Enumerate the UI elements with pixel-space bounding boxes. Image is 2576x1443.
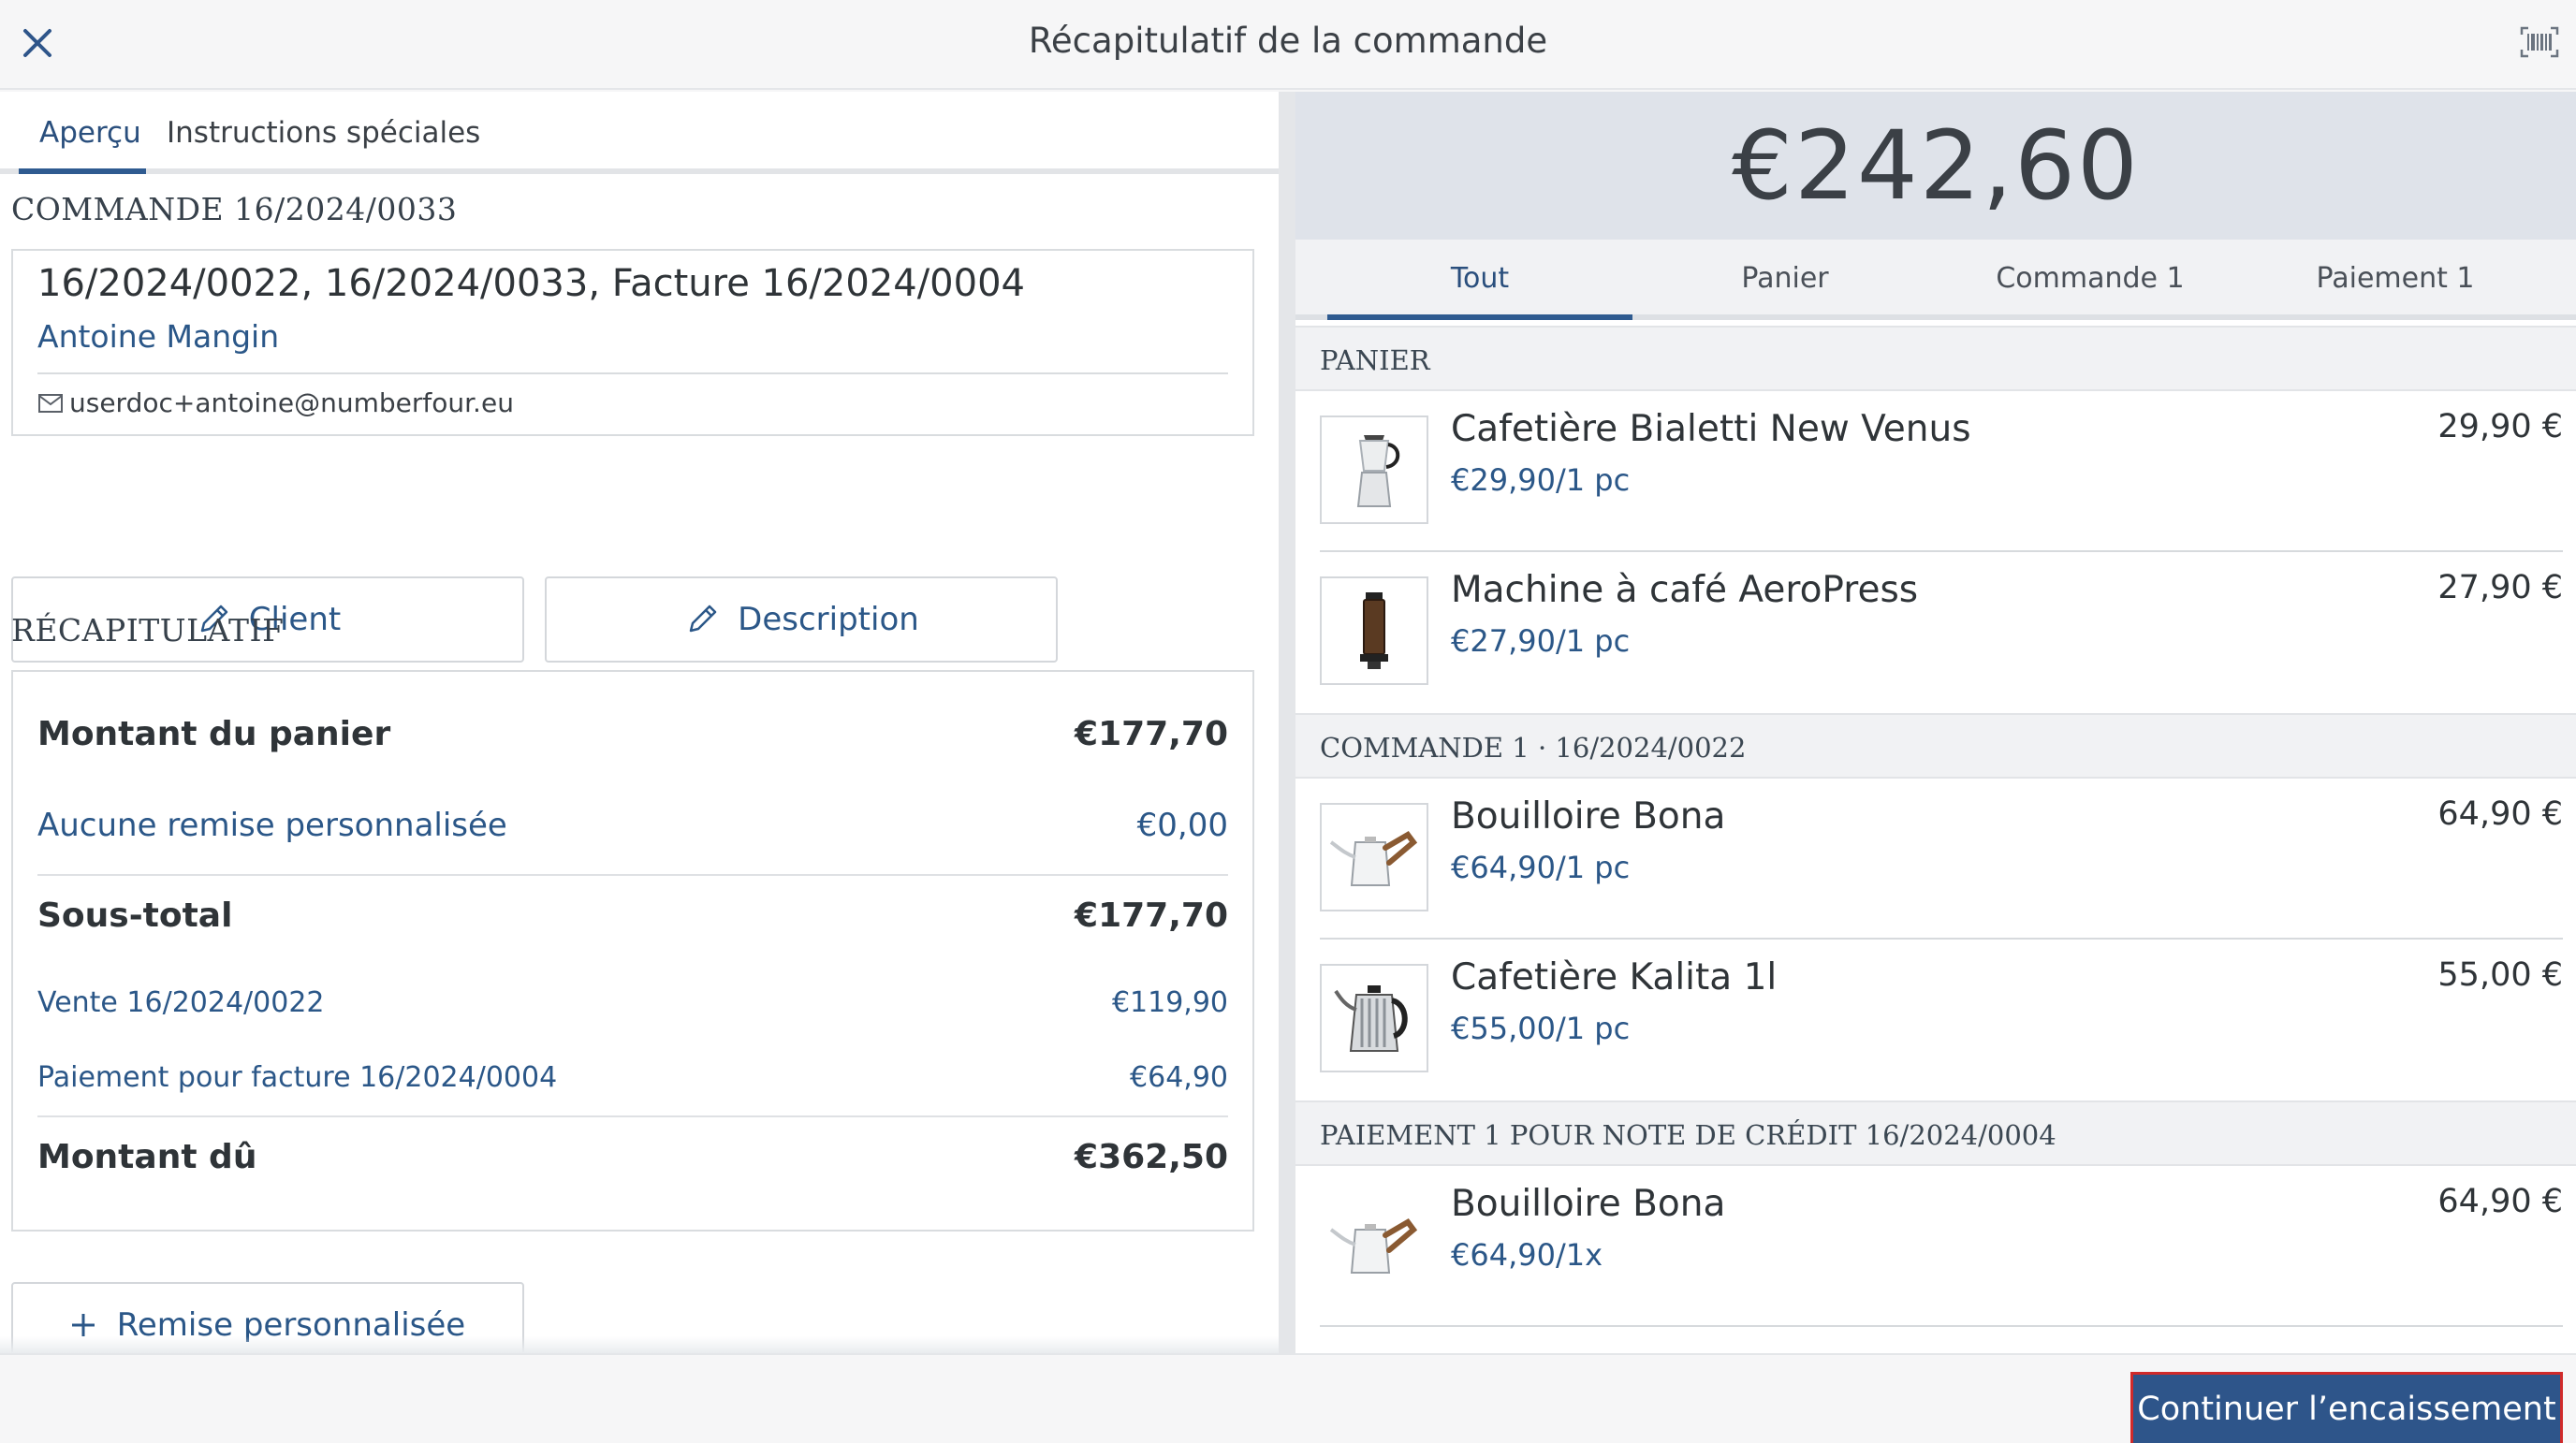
product-thumbnail	[1320, 803, 1428, 911]
cart-items-panel: €242,60 Tout Panier Commande 1 Paiement …	[1295, 92, 2576, 1353]
section-header-paiement-1: PAIEMENT 1 POUR NOTE DE CRÉDIT 16/2024/0…	[1295, 1100, 2576, 1166]
product-thumbnail	[1320, 576, 1428, 685]
active-tab-indicator	[1327, 314, 1632, 320]
right-tab-bar: Tout Panier Commande 1 Paiement 1	[1295, 240, 2576, 320]
list-item[interactable]: Cafetière Bialetti New Venus €29,90/1 pc…	[1295, 391, 2576, 552]
edit-description-label: Description	[738, 601, 919, 638]
order-overview-panel: Aperçu Instructions spéciales COMMANDE 1…	[0, 92, 1279, 1353]
customer-email: userdoc+antoine@numberfour.eu	[69, 387, 514, 418]
summary-heading: RÉCAPITULATIF	[11, 612, 285, 649]
item-price: 55,00 €	[2437, 956, 2563, 994]
invoice-payment-value: €64,90	[1130, 1061, 1228, 1094]
list-item[interactable]: Bouilloire Bona €64,90/1 pc 64,90 €	[1295, 779, 2576, 940]
cart-amount-value: €177,70	[1075, 715, 1228, 753]
pencil-icon	[689, 605, 717, 633]
left-tab-bar: Aperçu Instructions spéciales	[0, 92, 1279, 174]
item-unit-price: €64,90/1x	[1451, 1237, 1603, 1273]
discount-label[interactable]: Aucune remise personnalisée	[37, 807, 507, 844]
bottom-action-bar: Continuer l’encaissement	[0, 1353, 2576, 1443]
invoice-payment-row[interactable]: Paiement pour facture 16/2024/0004 €64,9…	[37, 1061, 1228, 1094]
sale-row[interactable]: Vente 16/2024/0022 €119,90	[37, 986, 1228, 1019]
item-name: Machine à café AeroPress	[1451, 569, 1919, 611]
section-header-commande-1: COMMANDE 1 · 16/2024/0022	[1295, 713, 2576, 779]
item-price: 64,90 €	[2437, 795, 2563, 833]
section-header-panier: PANIER	[1295, 326, 2576, 391]
product-thumbnail	[1320, 964, 1428, 1072]
customer-card: 16/2024/0022, 16/2024/0033, Facture 16/2…	[11, 249, 1254, 436]
item-price: 64,90 €	[2437, 1183, 2563, 1220]
item-unit-price: €27,90/1 pc	[1451, 623, 1631, 659]
cart-amount-row: Montant du panier €177,70	[37, 715, 1228, 753]
total-amount: €242,60	[1732, 109, 2140, 222]
kettle-steel-icon	[1334, 985, 1408, 1052]
sale-label[interactable]: Vente 16/2024/0022	[37, 986, 325, 1019]
continue-checkout-button[interactable]: Continuer l’encaissement	[2130, 1372, 2563, 1443]
cart-amount-label: Montant du panier	[37, 715, 391, 753]
total-header: €242,60	[1295, 92, 2576, 240]
product-thumbnail	[1320, 1190, 1428, 1299]
section-title: PANIER	[1320, 344, 1430, 376]
tab-apercu[interactable]: Aperçu	[39, 116, 141, 150]
discount-value: €0,00	[1136, 807, 1228, 844]
tab-tout[interactable]: Tout	[1327, 262, 1632, 295]
kettle-icon	[1329, 1218, 1418, 1274]
barcode-scan-button[interactable]	[2516, 19, 2563, 66]
subtotal-row: Sous-total €177,70	[37, 896, 1228, 935]
item-name: Cafetière Kalita 1l	[1451, 956, 1778, 998]
active-tab-indicator	[19, 168, 146, 174]
list-item[interactable]: Bouilloire Bona €64,90/1x 64,90 €	[1295, 1166, 2576, 1327]
item-name: Cafetière Bialetti New Venus	[1451, 408, 1971, 450]
page-title: Récapitulatif de la commande	[1028, 21, 1548, 61]
item-name: Bouilloire Bona	[1451, 1183, 1726, 1225]
tab-panier[interactable]: Panier	[1632, 262, 1938, 295]
top-bar: Récapitulatif de la commande	[0, 0, 2576, 90]
amount-due-value: €362,50	[1075, 1138, 1228, 1176]
section-title: COMMANDE 1 · 16/2024/0022	[1320, 732, 1747, 764]
item-unit-price: €29,90/1 pc	[1451, 462, 1631, 498]
summary-divider	[37, 874, 1228, 876]
scroll-fade	[0, 1336, 1279, 1353]
tab-commande-1[interactable]: Commande 1	[1938, 262, 2243, 295]
item-price: 27,90 €	[2437, 569, 2563, 606]
kettle-icon	[1329, 831, 1418, 886]
amount-due-row: Montant dû €362,50	[37, 1138, 1228, 1176]
item-unit-price: €64,90/1 pc	[1451, 850, 1631, 885]
summary-card: Montant du panier €177,70 Aucune remise …	[11, 670, 1254, 1232]
item-price: 29,90 €	[2437, 408, 2563, 445]
order-number-heading: COMMANDE 16/2024/0033	[11, 191, 458, 227]
plus-icon	[71, 1314, 95, 1336]
list-item[interactable]: Cafetière Kalita 1l €55,00/1 pc 55,00 €	[1295, 940, 2576, 1100]
customer-name[interactable]: Antoine Mangin	[37, 318, 279, 355]
mail-icon	[38, 393, 63, 413]
subtotal-value: €177,70	[1075, 896, 1228, 935]
list-item[interactable]: Machine à café AeroPress €27,90/1 pc 27,…	[1295, 552, 2576, 713]
discount-row[interactable]: Aucune remise personnalisée €0,00	[37, 807, 1228, 844]
card-divider	[37, 372, 1228, 374]
moka-pot-icon	[1356, 435, 1400, 507]
tab-instructions-speciales[interactable]: Instructions spéciales	[167, 116, 480, 150]
customer-email-row: userdoc+antoine@numberfour.eu	[37, 387, 514, 418]
item-divider	[1320, 1325, 2563, 1327]
aeropress-icon	[1360, 592, 1388, 669]
item-unit-price: €55,00/1 pc	[1451, 1011, 1631, 1046]
subtotal-label: Sous-total	[37, 896, 233, 935]
panel-divider	[1279, 92, 1295, 1353]
edit-description-button[interactable]: Description	[545, 576, 1058, 663]
item-name: Bouilloire Bona	[1451, 795, 1726, 838]
barcode-scan-icon	[2520, 26, 2559, 58]
summary-divider	[37, 1115, 1228, 1117]
invoice-payment-label[interactable]: Paiement pour facture 16/2024/0004	[37, 1061, 557, 1094]
product-thumbnail	[1320, 415, 1428, 524]
order-references: 16/2024/0022, 16/2024/0033, Facture 16/2…	[37, 262, 1025, 305]
sale-value: €119,90	[1111, 986, 1228, 1019]
tab-paiement-1[interactable]: Paiement 1	[2243, 262, 2548, 295]
amount-due-label: Montant dû	[37, 1138, 257, 1176]
section-title: PAIEMENT 1 POUR NOTE DE CRÉDIT 16/2024/0…	[1320, 1119, 2056, 1151]
